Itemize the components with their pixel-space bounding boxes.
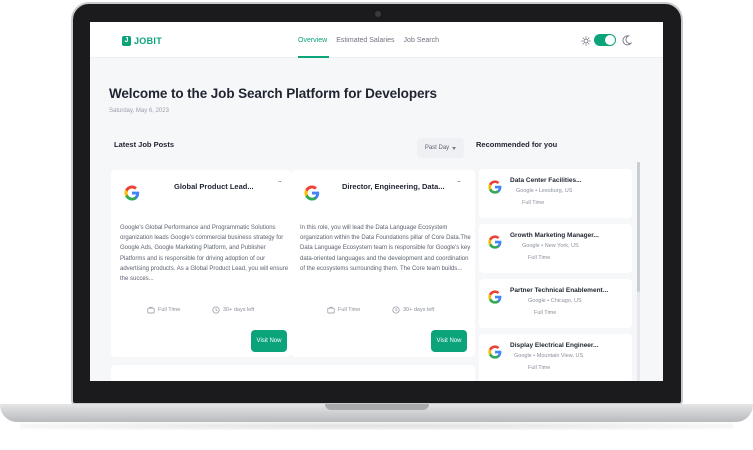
latest-jobs-heading: Latest Job Posts <box>114 140 175 149</box>
separator: • <box>535 188 538 194</box>
clock-icon <box>392 306 400 314</box>
job-type-label: Full Time <box>338 307 361 313</box>
nav-link-job-search[interactable]: Job Search <box>404 37 439 44</box>
clock-icon <box>212 306 220 314</box>
job-deadline: 30+ days left <box>392 306 434 314</box>
active-tab-underline <box>298 56 329 58</box>
job-title[interactable]: Global Product Lead... <box>174 182 254 191</box>
google-logo-icon <box>488 235 502 249</box>
job-type: Full Time <box>327 306 360 314</box>
laptop-notch <box>325 404 429 410</box>
logo-mark-icon: J <box>122 36 131 46</box>
more-options-icon[interactable]: ... <box>278 177 282 184</box>
google-logo-icon <box>488 345 502 359</box>
separator: • <box>533 353 536 359</box>
more-options-icon[interactable]: ... <box>457 177 461 184</box>
briefcase-icon <box>327 306 335 314</box>
recommended-title[interactable]: Partner Technical Enablement... <box>510 287 608 294</box>
job-title[interactable]: Director, Engineering, Data... <box>342 182 445 191</box>
company: Google <box>514 353 532 359</box>
recommended-type: Full Time <box>522 200 545 206</box>
job-description: In this role, you will lead the Data Lan… <box>300 225 471 272</box>
recommended-company-location: Google • Chicago, US <box>528 298 582 304</box>
job-deadline-label: 30+ days left <box>223 307 255 313</box>
job-deadline: 30+ days left <box>212 306 254 314</box>
camera-dot <box>375 11 381 17</box>
nav-links: Overview Estimated Salaries Job Search <box>298 37 439 44</box>
nav-link-overview[interactable]: Overview <box>298 37 327 44</box>
google-logo-icon <box>304 185 320 201</box>
recommended-company-location: Google • New York, US <box>522 243 579 249</box>
logo[interactable]: J JOBIT <box>122 36 162 46</box>
nav-link-estimated-salaries[interactable]: Estimated Salaries <box>336 37 394 44</box>
location: Chicago, US <box>550 298 582 304</box>
location: Mountain View, US <box>536 353 584 359</box>
page-title: Welcome to the Job Search Platform for D… <box>109 86 437 101</box>
top-navbar: J JOBIT Overview Estimated Salaries Job … <box>90 22 663 58</box>
recommended-item[interactable]: Partner Technical Enablement... Google •… <box>479 279 632 328</box>
recommended-title[interactable]: Data Center Facilities... <box>510 177 582 184</box>
caret-down-icon <box>452 146 457 150</box>
recommended-type: Full Time <box>528 255 551 261</box>
theme-toggle[interactable] <box>594 34 616 46</box>
company: Google <box>522 243 540 249</box>
recommended-company-location: Google • Mountain View, US <box>514 353 583 359</box>
recommended-company-location: Google • Leesburg, US <box>516 188 572 194</box>
recommended-title[interactable]: Display Electrical Engineer... <box>510 342 599 349</box>
date-filter-select[interactable]: Past Day <box>417 138 464 158</box>
visit-now-button[interactable]: Visit Now <box>431 330 467 352</box>
filter-label: Past Day <box>424 145 450 151</box>
location: Leesburg, US <box>538 188 573 194</box>
recommended-type: Full Time <box>534 310 557 316</box>
recommended-item[interactable]: Data Center Facilities... Google • Leesb… <box>479 169 632 218</box>
job-card[interactable] <box>111 365 475 381</box>
page-date: Saturday, May 6, 2023 <box>109 108 169 114</box>
google-logo-icon <box>124 185 140 201</box>
job-card[interactable]: Director, Engineering, Data... ... In th… <box>291 170 475 357</box>
recommended-item[interactable]: Growth Marketing Manager... Google • New… <box>479 224 632 273</box>
google-logo-icon <box>488 290 502 304</box>
google-logo-icon <box>488 180 502 194</box>
recommended-scrollbar-thumb[interactable] <box>637 162 640 292</box>
briefcase-icon <box>147 306 155 314</box>
job-card[interactable]: Global Product Lead... ... Google's Glob… <box>111 170 291 357</box>
recommended-heading: Recommended for you <box>476 140 558 149</box>
job-deadline-label: 30+ days left <box>403 307 435 313</box>
toggle-knob <box>605 35 615 45</box>
visit-now-button[interactable]: Visit Now <box>251 330 287 352</box>
recommended-title[interactable]: Growth Marketing Manager... <box>510 232 599 239</box>
recommended-item[interactable]: Display Electrical Engineer... Google • … <box>479 334 632 381</box>
sun-icon <box>581 36 591 46</box>
separator: • <box>547 298 550 304</box>
recommended-type: Full Time <box>528 365 551 371</box>
laptop-shadow <box>20 422 733 430</box>
laptop-mockup: J JOBIT Overview Estimated Salaries Job … <box>0 0 753 450</box>
company: Google <box>516 188 534 194</box>
company: Google <box>528 298 546 304</box>
job-type-label: Full Time <box>158 307 181 313</box>
job-type: Full Time <box>147 306 180 314</box>
screen: J JOBIT Overview Estimated Salaries Job … <box>90 22 663 381</box>
logo-text: JOBIT <box>134 36 163 46</box>
job-description: Google's Global Performance and Programm… <box>120 225 289 283</box>
separator: • <box>541 243 544 249</box>
moon-icon <box>622 35 632 46</box>
location: New York, US <box>544 243 579 249</box>
